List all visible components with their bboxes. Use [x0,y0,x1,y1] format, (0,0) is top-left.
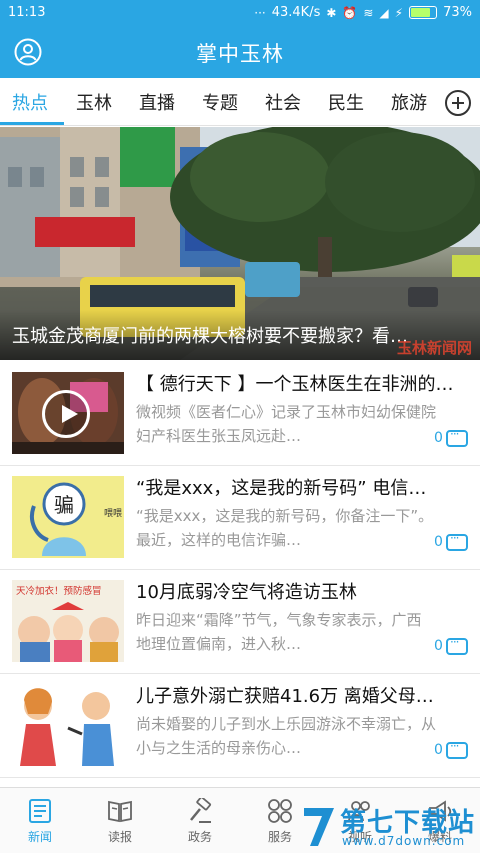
news-summary: 微视频《医者仁心》记录了玉林市妇幼保健院妇产科医生张玉凤远赴… [136,403,436,445]
scam-call-image: 骗 喂喂 [12,476,124,558]
news-item[interactable]: 天冷加衣！预防感冒 10月底弱冷空气将造访玉林 昨日迎来“霜降”节气，气象专家表… [0,570,480,674]
nav-label: 读报 [107,830,132,844]
thumb-text: 骗 [54,493,74,517]
newspaper-icon [108,800,132,823]
app-title: 掌中玉林 [196,42,284,66]
charging-icon: ⚡ [394,5,404,20]
comment-icon[interactable] [446,739,468,759]
news-title: 儿子意外溺亡获赔41.6万 离婚父母… [136,686,434,707]
news-thumbnail: 天冷加衣！预防感冒 [12,580,124,662]
signal-icon: ◢ [379,5,389,20]
news-item[interactable]: 儿子意外溺亡获赔41.6万 离婚父母… 尚未婚娶的儿子到水上乐园游泳不幸溺亡，从… [0,674,480,778]
site-logo-url: www.d7down.com [342,834,466,848]
news-summary: “我是xxx，这是我的新号码，你备注一下”。最近，这样的电信诈骗… [136,507,434,549]
battery-percent: 73% [443,5,472,20]
news-title: 10月底弱冷空气将造访玉林 [136,582,357,603]
news-item[interactable]: 骗 喂喂 “我是xxx，这是我的新号码” 电信… “我是xxx，这是我的新号码，… [0,466,480,570]
news-summary: 尚未婚娶的儿子到水上乐园游泳不幸溺亡，从小与之生活的母亲伤心… [136,715,436,757]
news-list: 【 德行天下 】一个玉林医生在非洲的… 微视频《医者仁心》记录了玉林市妇幼保健院… [0,362,480,778]
news-icon [29,799,51,823]
thumb-subtext: 喂喂 [104,508,122,519]
comment-icon[interactable] [446,531,468,551]
cold-weather-image: 天冷加衣！预防感冒 [12,580,124,662]
comment-count: 0 [434,534,443,550]
comment-count: 0 [434,742,443,758]
play-icon[interactable] [42,390,90,438]
nav-news[interactable]: 新闻 [0,788,80,853]
nav-label: 新闻 [27,830,52,844]
tab-live[interactable]: 直播 [139,89,175,115]
hero-watermark: 玉林新闻网 [396,339,472,357]
site-logo-mark [304,808,334,846]
status-time: 11:13 [8,5,46,20]
tab-society[interactable]: 社会 [265,89,301,115]
comment-icon[interactable] [446,635,468,655]
status-indicators: ··· 43.4K/s ✱ ⏰ ≋ ◢ ⚡ 73% [254,5,472,20]
status-bar: 11:13 ··· 43.4K/s ✱ ⏰ ≋ ◢ ⚡ 73% [0,0,480,26]
news-item[interactable]: 【 德行天下 】一个玉林医生在非洲的… 微视频《医者仁心》记录了玉林市妇幼保健院… [0,362,480,466]
tab-livelihood[interactable]: 民生 [328,89,364,115]
tab-topics[interactable]: 专题 [202,89,238,115]
news-thumbnail [12,684,124,766]
alarm-icon: ⏰ [342,5,358,20]
grid-icon [268,799,292,823]
active-tab-indicator [0,122,64,125]
battery-fill [411,8,431,17]
news-thumbnail: 骗 喂喂 [12,476,124,558]
news-title: “我是xxx，这是我的新号码” 电信… [136,478,427,499]
battery-icon [409,6,438,19]
bluetooth-icon: ✱ [326,5,337,20]
hero-banner[interactable]: 玉城金茂商厦门前的两棵大榕树要不要搬家？看… 玉林新闻网 [0,127,480,360]
nav-newspaper[interactable]: 读报 [80,788,160,853]
add-channel-icon[interactable] [445,90,471,116]
gavel-icon [190,798,212,823]
tab-travel[interactable]: 旅游 [391,89,427,115]
tab-yulin[interactable]: 玉林 [76,89,112,115]
app-header: 掌中玉林 [0,26,480,78]
nav-government[interactable]: 政务 [160,788,240,853]
comment-icon[interactable] [446,427,468,447]
news-thumbnail [12,372,124,454]
nav-label: 政务 [187,830,212,844]
arguing-couple-image [12,684,124,766]
signal-dots-icon: ··· [254,5,266,20]
news-title: 【 德行天下 】一个玉林医生在非洲的… [136,374,454,395]
category-tabs: 热点 玉林 直播 专题 社会 民生 旅游 [0,78,480,126]
thumb-text: 天冷加衣！预防感冒 [16,585,102,597]
tab-hot[interactable]: 热点 [12,89,48,115]
comment-count: 0 [434,430,443,446]
network-speed: 43.4K/s [271,5,321,20]
news-summary: 昨日迎来“霜降”节气，气象专家表示，广西地理位置偏南，进入秋… [136,611,422,653]
wifi-icon: ≋ [363,5,374,20]
comment-count: 0 [434,638,443,654]
site-logo-watermark: 第七下载站 www.d7down.com [300,800,478,852]
